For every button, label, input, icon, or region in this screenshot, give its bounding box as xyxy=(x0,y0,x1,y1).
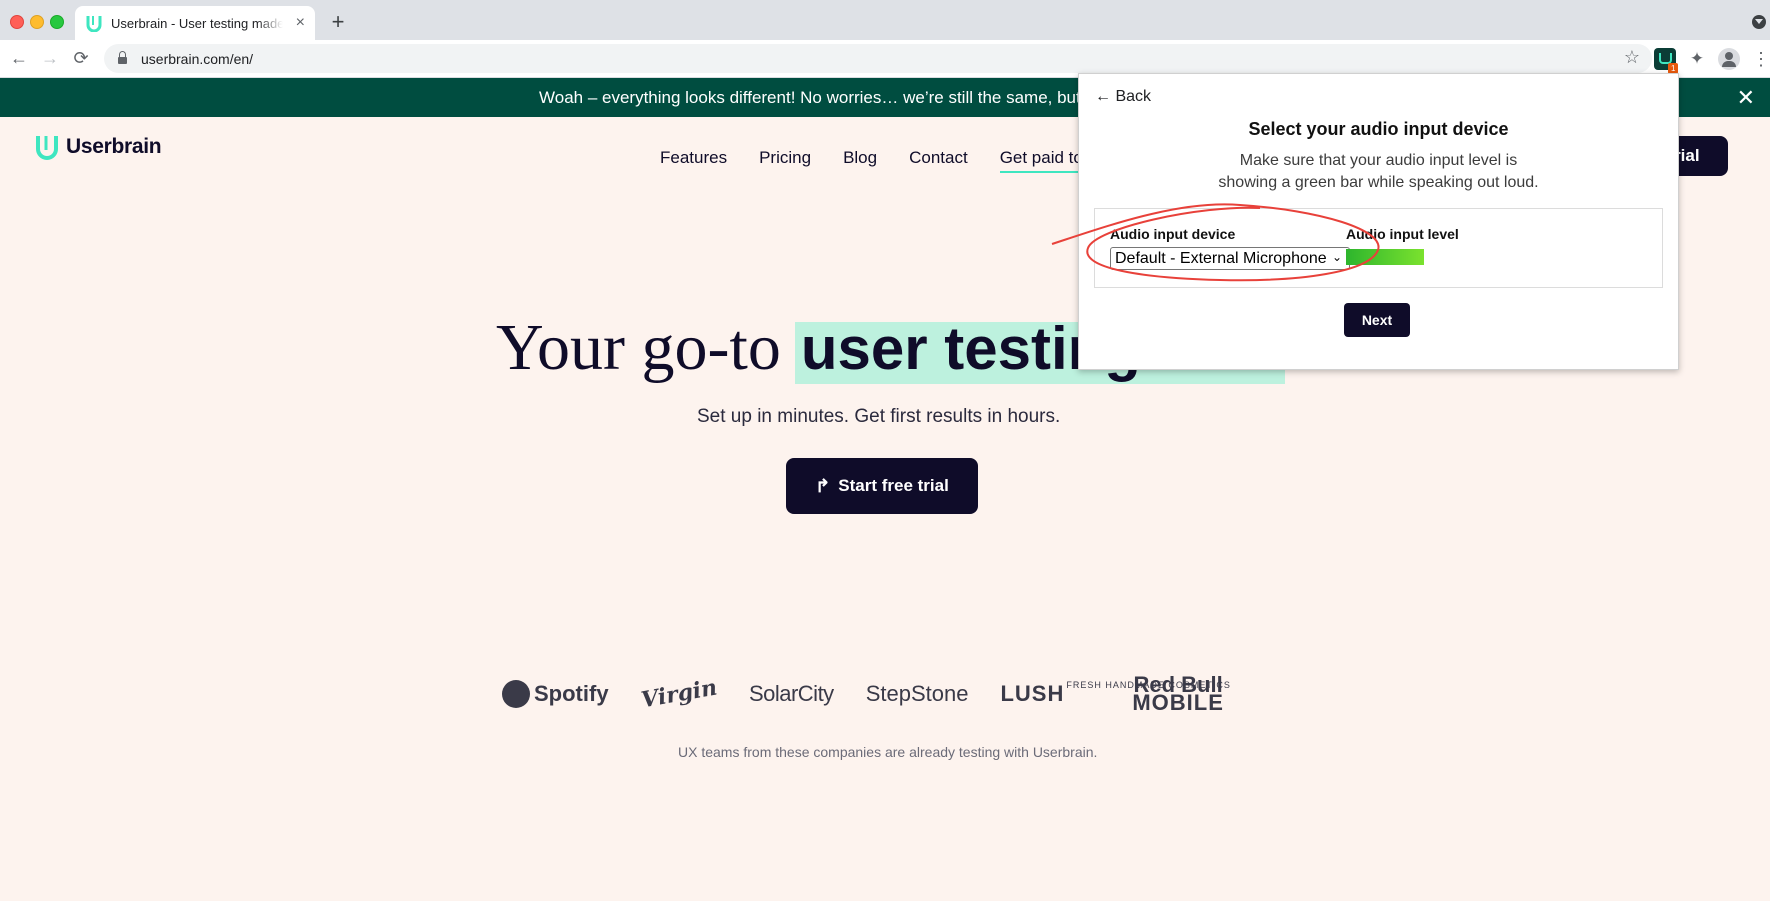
tab-search-icon[interactable] xyxy=(1752,15,1766,29)
address-bar[interactable]: userbrain.com/en/ ☆ xyxy=(104,44,1652,73)
tab-close-icon[interactable]: × xyxy=(296,14,305,32)
popup-description-line-1: Make sure that your audio input level is xyxy=(1239,152,1518,169)
audio-level-meter xyxy=(1346,249,1424,265)
audio-input-level-label: Audio input level xyxy=(1346,226,1459,242)
browser-tabbar: Userbrain - User testing made easy × + xyxy=(0,0,1770,40)
spotify-logo: Spotify xyxy=(502,680,609,708)
lush-logo: LUSH FRESH HANDMADE COSMETICS xyxy=(1000,680,1231,707)
forward-icon[interactable]: → xyxy=(38,46,62,70)
start-free-trial-button[interactable]: ↱ Start free trial xyxy=(786,458,978,514)
hero-subtitle: Set up in minutes. Get first results in … xyxy=(697,406,1061,427)
close-window-button[interactable] xyxy=(10,15,24,29)
hero-plain-text: Your go-to xyxy=(496,311,781,384)
audio-input-device-select[interactable]: Default - External Microphone xyxy=(1110,247,1350,270)
banner-close-icon[interactable]: ✕ xyxy=(1737,85,1755,111)
extensions-puzzle-icon[interactable]: ✦ xyxy=(1686,48,1708,70)
mobile-text: MOBILE xyxy=(1132,690,1224,715)
chevron-down-icon: ⌄ xyxy=(1332,250,1343,264)
nav-features[interactable]: Features xyxy=(660,148,727,173)
logo-text: Userbrain xyxy=(66,135,162,158)
arrow-turn-icon: ↱ xyxy=(815,475,831,496)
browser-tab[interactable]: Userbrain - User testing made easy × xyxy=(75,6,315,40)
minimize-window-button[interactable] xyxy=(30,15,44,29)
hero-heading: Your go-to user testing xyxy=(496,310,1285,386)
next-button[interactable]: Next xyxy=(1344,303,1410,337)
audio-device-popup: ← Back Select your audio input device Ma… xyxy=(1078,73,1679,370)
popup-description-line-2: showing a green bar while speaking out l… xyxy=(1218,174,1539,191)
lock-icon xyxy=(118,51,127,64)
spotify-icon xyxy=(502,680,530,708)
profile-avatar-icon[interactable] xyxy=(1718,48,1740,70)
browser-menu-icon[interactable]: ⋮ xyxy=(1752,48,1770,70)
virgin-logo: Virgin xyxy=(638,674,719,714)
banner-text: Woah – everything looks different! No wo… xyxy=(539,88,1095,107)
reload-icon[interactable]: ⟳ xyxy=(69,46,93,70)
popup-back-button[interactable]: ← Back xyxy=(1095,88,1151,106)
nav-blog[interactable]: Blog xyxy=(843,148,877,173)
bookmark-star-icon[interactable]: ☆ xyxy=(1624,47,1640,68)
userbrain-favicon-icon xyxy=(86,16,102,32)
customer-logos: Spotify Virgin SolarCity StepStone LUSH F… xyxy=(502,674,1231,715)
lush-small-text: FRESH HANDMADE COSMETICS xyxy=(1066,680,1231,690)
nav-pricing[interactable]: Pricing xyxy=(759,148,811,173)
new-tab-button[interactable]: + xyxy=(326,9,350,35)
spotify-text: Spotify xyxy=(534,681,609,706)
audio-input-device-label: Audio input device xyxy=(1110,226,1236,242)
cta-label: Start free trial xyxy=(838,476,949,495)
nav-get-paid[interactable]: Get paid to xyxy=(999,148,1083,173)
stepstone-logo: StepStone xyxy=(865,681,969,706)
tab-title: Userbrain - User testing made easy xyxy=(111,15,283,31)
popup-description: Make sure that your audio input level is… xyxy=(1179,150,1578,194)
nav-contact[interactable]: Contact xyxy=(909,148,968,173)
maximize-window-button[interactable] xyxy=(50,15,64,29)
solarcity-logo: SolarCity xyxy=(748,681,834,706)
site-logo[interactable]: Userbrain xyxy=(35,134,162,160)
trust-caption: UX teams from these companies are alread… xyxy=(678,744,1098,760)
url-text: userbrain.com/en/ xyxy=(141,50,254,67)
redbull-mobile-logo: Red Bull MOBILE xyxy=(1132,674,1224,715)
lush-text: LUSH xyxy=(1000,681,1065,706)
main-nav: Features Pricing Blog Contact Get paid t… xyxy=(660,148,1083,173)
device-settings-box: Audio input device Default - External Mi… xyxy=(1094,208,1663,288)
back-icon[interactable]: ← xyxy=(7,46,31,70)
popup-title: Select your audio input device xyxy=(1248,119,1509,139)
userbrain-logo-icon xyxy=(36,136,58,160)
